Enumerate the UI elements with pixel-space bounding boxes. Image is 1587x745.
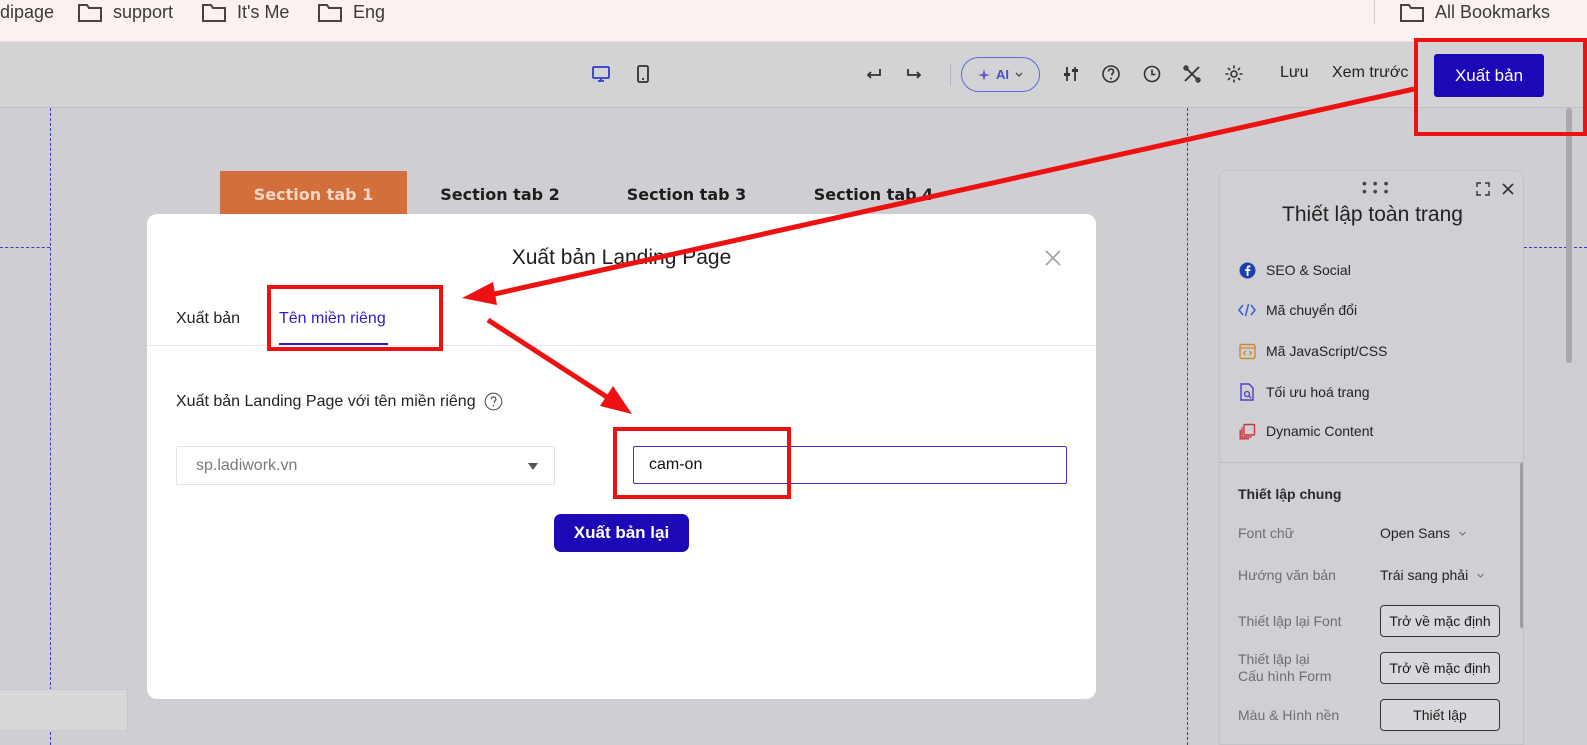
text-direction-value: Trái sang phải [1380,567,1469,583]
reset-form-label-line1: Thiết lập lại [1238,651,1310,667]
folder-icon [318,4,342,22]
annotation-box-custom-domain-tab [267,285,443,351]
redo-icon[interactable] [903,62,927,86]
tab-publish[interactable]: Xuất bản [176,310,240,328]
sparkle-icon [978,68,990,81]
panel-item-page-optimize[interactable]: Tối ưu hoá trang [1238,381,1370,403]
ai-label: AI [996,67,1009,82]
help-circle-icon[interactable] [1099,62,1123,86]
history-icon[interactable] [1140,62,1164,86]
field-label-text: Xuất bản Landing Page với tên miền riêng [176,392,476,410]
panel-item-label: Dynamic Content [1266,423,1374,439]
reset-form-button[interactable]: Trở về mặc định [1380,652,1500,684]
reset-form-label-line2: Cấu hình Form [1238,668,1332,684]
canvas-guide-left [50,108,51,745]
republish-button[interactable]: Xuất bản lại [554,514,689,552]
toolbar-divider [950,64,951,86]
editor-toolbar: AI Lưu Xem trước Xuất bản [0,42,1587,108]
reset-font-label: Thiết lập lại Font [1238,613,1342,629]
general-settings-heading: Thiết lập chung [1238,486,1342,502]
panel-item-label: Mã JavaScript/CSS [1266,343,1388,359]
chevron-down-icon [1015,72,1023,77]
background-settings-button[interactable]: Thiết lập [1380,699,1500,731]
undo-icon[interactable] [861,62,885,86]
chevron-down-icon [1459,531,1466,536]
save-button[interactable]: Lưu [1280,64,1309,82]
panel-item-conversion-code[interactable]: Mã chuyển đổi [1238,299,1357,321]
panel-item-dynamic-content[interactable]: Dynamic Content [1238,420,1373,442]
bookmark-its-me[interactable]: It's Me [201,0,289,24]
panel-item-label: Tối ưu hoá trang [1266,384,1370,400]
reset-font-button[interactable]: Trở về mặc định [1380,605,1500,637]
panel-item-label: Mã chuyển đổi [1266,302,1358,318]
canvas-guide-h-right [1524,247,1587,248]
settings-gear-icon[interactable] [1222,62,1246,86]
font-select[interactable]: Open Sans [1380,525,1467,541]
panel-divider [1220,462,1523,463]
bookmark-dipage[interactable]: dipage [0,0,54,24]
section-tab-1[interactable]: Section tab 1 [220,171,407,217]
bookmark-support[interactable]: support [77,0,173,24]
custom-domain-field-label: Xuất bản Landing Page với tên miền riêng [176,392,503,411]
all-bookmarks[interactable]: All Bookmarks [1399,0,1550,24]
bookmark-label: support [113,1,174,22]
facebook-icon [1238,261,1256,279]
preview-button[interactable]: Xem trước [1332,64,1408,82]
ai-assistant-button[interactable]: AI [961,57,1040,92]
chevron-down-icon [1477,573,1485,578]
folder-icon [202,4,226,22]
text-direction-select[interactable]: Trái sang phải [1380,567,1485,583]
code-icon [1238,301,1256,319]
panel-title: Thiết lập toàn trang [1282,203,1463,226]
all-bookmarks-label: All Bookmarks [1435,1,1551,22]
bookmark-label: It's Me [237,1,290,22]
panel-scrollbar[interactable] [1520,463,1523,628]
domain-value: sp.ladiwork.vn [196,456,298,474]
panel-item-javascript-css[interactable]: Mã JavaScript/CSS [1238,340,1387,362]
annotation-box-path-input [613,427,791,499]
desktop-view-icon[interactable] [589,62,613,86]
bookmark-label: dipage [0,1,55,22]
bookmarks-bar: dipage support It's Me Eng All Bookmarks [0,0,1587,42]
panel-item-label: SEO & Social [1266,262,1351,278]
canvas-scrollbar[interactable] [1566,108,1572,363]
folder-icon [78,4,102,22]
domain-select[interactable]: sp.ladiwork.vn [176,446,555,485]
drag-handle-icon[interactable]: • • • • • • [1362,176,1389,198]
font-label: Font chữ [1238,525,1295,541]
close-icon[interactable] [1043,248,1063,268]
tools-icon[interactable] [1180,62,1204,86]
text-direction-label: Hướng văn bản [1238,567,1336,583]
modal-title: Xuất bản Landing Page [511,246,732,269]
page-optimize-icon [1238,383,1256,401]
code-window-icon [1238,342,1256,360]
canvas-guide-h-left [0,247,50,248]
background-label: Màu & Hình nền [1238,707,1340,723]
section-tab-3[interactable]: Section tab 3 [593,171,780,217]
font-value: Open Sans [1380,525,1451,541]
help-circle-icon[interactable] [484,392,503,411]
section-tab-4[interactable]: Section tab 4 [780,171,967,217]
close-icon[interactable] [1500,181,1516,197]
adjust-sliders-icon[interactable] [1059,62,1083,86]
page-settings-panel: • • • • • • Thiết lập toàn trang SEO & So… [1219,170,1524,745]
canvas-guide-right [1187,108,1188,745]
panel-item-seo-social[interactable]: SEO & Social [1238,259,1351,281]
bookmark-eng[interactable]: Eng [317,0,385,24]
annotation-box-publish [1414,38,1587,136]
folder-icon [1400,4,1424,22]
bookmark-label: Eng [353,1,386,22]
reset-form-label: Thiết lập lại Cấu hình Form [1238,651,1331,685]
section-tab-2[interactable]: Section tab 2 [407,171,593,217]
canvas-element[interactable] [0,689,128,731]
expand-icon[interactable] [1475,181,1491,197]
layers-icon [1238,422,1256,440]
caret-down-icon [528,463,538,470]
mobile-view-icon[interactable] [631,62,655,86]
bookmarks-divider [1374,0,1375,24]
